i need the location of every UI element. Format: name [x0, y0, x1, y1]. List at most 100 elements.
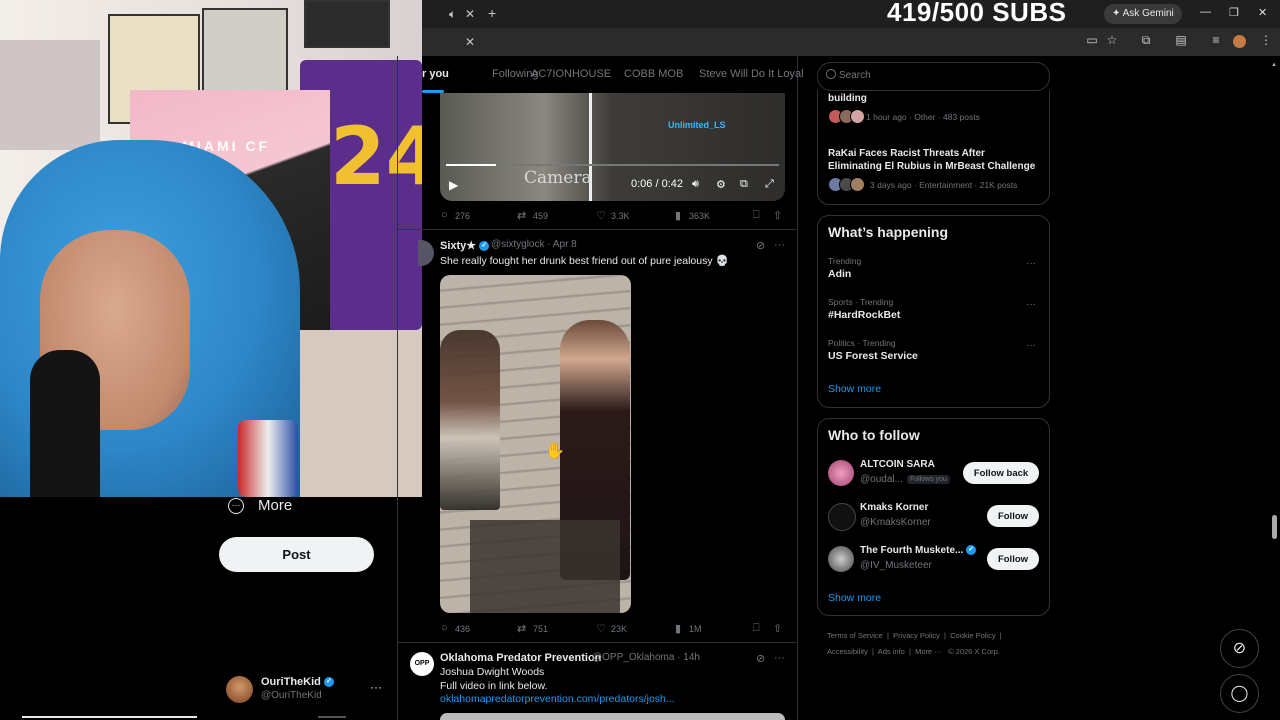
- tab-cobb-mob[interactable]: COBB MOB: [624, 68, 683, 80]
- news-title[interactable]: building: [828, 92, 867, 105]
- ask-gemini-button[interactable]: ✦ Ask Gemini: [1104, 4, 1182, 24]
- more-icon[interactable]: ···: [228, 498, 244, 514]
- grok-fab-icon[interactable]: ⊘: [1220, 629, 1259, 668]
- mute-tab-icon[interactable]: 🔈︎: [449, 7, 456, 22]
- tab-for-you[interactable]: r you: [422, 68, 449, 80]
- footer-ads-link[interactable]: Ads info: [878, 647, 905, 656]
- tweet-more-icon[interactable]: ···: [774, 652, 785, 664]
- repost-icon[interactable]: ⇄: [517, 209, 526, 222]
- profile-avatar-icon[interactable]: [1233, 35, 1246, 48]
- close-panel-icon[interactable]: ✕: [465, 35, 475, 49]
- more-nav-label[interactable]: More: [258, 497, 292, 514]
- share-icon[interactable]: ⇧: [773, 209, 782, 222]
- grok-icon[interactable]: ⊘: [756, 652, 765, 665]
- microphone: [30, 350, 100, 497]
- trend-more-icon[interactable]: ···: [1026, 340, 1036, 351]
- user-name[interactable]: ALTCOIN SARA: [860, 459, 935, 470]
- views-icon[interactable]: ▮: [675, 622, 681, 635]
- volume-icon[interactable]: 🔊︎: [692, 178, 699, 191]
- tweet2-author[interactable]: Sixty★ ✓: [440, 239, 490, 252]
- bookmark-star-icon[interactable]: ☆: [1104, 33, 1120, 49]
- follow-back-button[interactable]: Follow back: [963, 462, 1039, 484]
- close-window-button[interactable]: ✕: [1258, 6, 1267, 19]
- grok-icon[interactable]: ⊘: [756, 239, 765, 252]
- show-more-trends-link[interactable]: Show more: [828, 383, 881, 395]
- footer-more-link[interactable]: More ···: [915, 647, 942, 656]
- bookmark-icon[interactable]: ⎕: [753, 622, 760, 635]
- tweet3-author[interactable]: Oklahoma Predator Prevention: [440, 652, 601, 664]
- messages-fab-icon[interactable]: ◯: [1220, 674, 1259, 713]
- ask-gemini-label: Ask Gemini: [1122, 8, 1174, 19]
- feed-tabs: r you Following AC7IONHOUSE COBB MOB Ste…: [422, 62, 804, 92]
- like-icon[interactable]: ♡: [596, 209, 606, 222]
- like-icon[interactable]: ♡: [596, 622, 606, 635]
- news-avatars: [828, 109, 865, 124]
- account-menu-icon[interactable]: ···: [370, 680, 382, 694]
- reply-icon[interactable]: ○: [441, 622, 448, 634]
- show-more-follow-link[interactable]: Show more: [828, 592, 881, 604]
- profile-name[interactable]: OuriTheKid ✓: [261, 676, 334, 688]
- footer-links: Terms of Service | Privacy Policy | Cook…: [827, 631, 1002, 656]
- wall-art: [0, 40, 100, 150]
- pip-icon[interactable]: ⧉: [740, 178, 748, 191]
- tab-search-icon[interactable]: ≡: [1208, 33, 1224, 49]
- browser-menu-icon[interactable]: ⋮: [1258, 33, 1274, 49]
- new-tab-button[interactable]: +: [488, 5, 496, 21]
- scroll-up-arrow[interactable]: ▲: [1271, 62, 1277, 68]
- trend-name[interactable]: #HardRockBet: [828, 309, 900, 321]
- repost-count: 751: [533, 624, 549, 634]
- tab-steve-will-do-it[interactable]: Steve Will Do It Loyal: [699, 68, 804, 80]
- news-avatars: [828, 177, 865, 192]
- news-title-line1[interactable]: RaKai Faces Racist Threats After: [828, 147, 985, 160]
- user-avatar[interactable]: [828, 503, 856, 531]
- settings-gear-icon[interactable]: ⚙: [716, 178, 726, 191]
- tweet3-media[interactable]: [440, 713, 785, 720]
- restore-button[interactable]: ❐: [1229, 6, 1239, 19]
- search-input[interactable]: Search: [839, 70, 871, 81]
- follow-button[interactable]: Follow: [987, 505, 1039, 527]
- repost-count: 459: [533, 211, 549, 221]
- news-title-line2[interactable]: Eliminating El Rubius in MrBeast Challen…: [828, 160, 1035, 173]
- profile-avatar[interactable]: [226, 676, 253, 703]
- cast-icon[interactable]: ▭: [1084, 33, 1100, 49]
- reply-icon[interactable]: ○: [441, 209, 448, 221]
- views-count: 1M: [689, 624, 702, 634]
- share-icon[interactable]: ⇧: [773, 622, 782, 635]
- close-tab-button[interactable]: ✕: [465, 7, 475, 21]
- tweet3-avatar[interactable]: OPP: [410, 652, 434, 676]
- footer-privacy-link[interactable]: Privacy Policy: [893, 631, 940, 640]
- horizontal-scroll-thumb[interactable]: [22, 716, 197, 718]
- trend-more-icon[interactable]: ···: [1026, 258, 1036, 269]
- fullscreen-icon[interactable]: ⤢: [765, 178, 774, 191]
- reading-mode-icon[interactable]: ▤: [1173, 33, 1189, 49]
- user-name[interactable]: The Fourth Muskete... ✓: [860, 545, 977, 556]
- tweet-more-icon[interactable]: ···: [774, 239, 785, 251]
- footer-accessibility-link[interactable]: Accessibility: [827, 647, 868, 656]
- webcam-overlay: 24 ER MIAMI CF: [0, 0, 422, 497]
- who-to-follow-heading: Who to follow: [828, 427, 920, 443]
- tweet3-handle[interactable]: @OPP_Oklahoma · 14h: [592, 652, 700, 663]
- bookmark-icon[interactable]: ⎕: [753, 209, 760, 222]
- tweet2-handle[interactable]: @sixtyglock · Apr 8: [491, 239, 577, 250]
- user-handle: @KmaksKorner: [860, 517, 931, 528]
- vertical-scroll-thumb[interactable]: [1272, 515, 1277, 539]
- video-time: 0:06 / 0:42: [631, 178, 683, 190]
- repost-icon[interactable]: ⇄: [517, 622, 526, 635]
- user-avatar[interactable]: [828, 460, 854, 486]
- views-icon[interactable]: ▮: [675, 209, 681, 222]
- footer-cookie-link[interactable]: Cookie Policy: [950, 631, 995, 640]
- tab-ac7ionhouse[interactable]: AC7IONHOUSE: [531, 68, 611, 80]
- tweet3-link[interactable]: oklahomapredatorprevention.com/predators…: [440, 693, 675, 705]
- tweet1-video[interactable]: [440, 93, 785, 201]
- follow-button[interactable]: Follow: [987, 548, 1039, 570]
- user-name[interactable]: Kmaks Korner: [860, 502, 928, 513]
- trend-name[interactable]: Adin: [828, 268, 851, 280]
- trend-name[interactable]: US Forest Service: [828, 350, 918, 362]
- extensions-icon[interactable]: ⧉: [1138, 33, 1154, 49]
- minimize-button[interactable]: —: [1200, 6, 1211, 18]
- post-button[interactable]: Post: [219, 537, 374, 572]
- user-avatar[interactable]: [828, 546, 854, 572]
- play-icon[interactable]: ▶: [449, 178, 458, 192]
- footer-terms-link[interactable]: Terms of Service: [827, 631, 883, 640]
- trend-more-icon[interactable]: ···: [1026, 299, 1036, 310]
